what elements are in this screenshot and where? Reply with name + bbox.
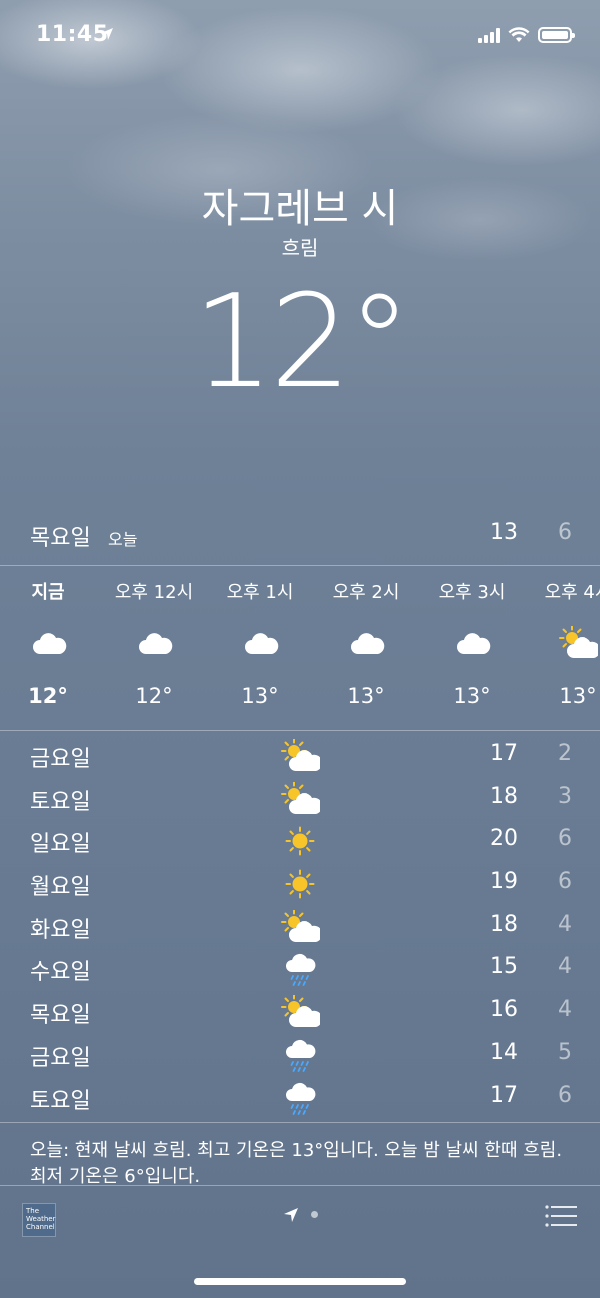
rain-icon: [280, 1038, 320, 1072]
daily-high: 17: [490, 741, 518, 766]
status-bar: 11:45: [0, 0, 600, 70]
status-indicators: [478, 27, 575, 43]
current-location-icon[interactable]: [283, 1207, 299, 1223]
daily-day-name: 목요일: [30, 1003, 91, 1029]
location-services-icon: [101, 28, 113, 40]
today-low: 6: [558, 520, 572, 545]
cloud-icon: [240, 626, 280, 656]
daily-day-name: 일요일: [30, 832, 91, 858]
hourly-forecast[interactable]: 지금 12° 오후 12시 12° 오후 1시 13° 오후 2시 13° 오후 3시 13° 오후…: [0, 566, 600, 730]
today-label: 오늘: [108, 530, 138, 549]
daily-row: 금요일 14 5: [0, 1034, 600, 1077]
daily-row: 일요일 20 6: [0, 820, 600, 863]
daily-high: 17: [490, 1082, 518, 1108]
rain-icon: [280, 952, 320, 987]
hourly-temperature: 13°: [453, 684, 491, 708]
daily-forecast[interactable]: 금요일 17 2 토요일 18 3 일요일 20 6 월요일 19 6 화요일 18 4 수요일 15 4 목요일 1…: [0, 735, 600, 1119]
daily-day-name: 수요일: [30, 960, 91, 986]
daily-low: 6: [558, 869, 572, 895]
daily-low: 4: [558, 911, 572, 937]
hourly-temperature: 12°: [28, 684, 68, 708]
sun-icon: [280, 824, 320, 858]
hourly-temperature: 13°: [241, 684, 279, 708]
today-text-summary: 오늘: 현재 날씨 흐림. 최고 기온은 13°입니다. 오늘 밤 날씨 한때 …: [30, 1140, 563, 1184]
partly-sunny-icon: [280, 908, 323, 944]
daily-low: 6: [558, 826, 572, 852]
page-indicator-dot[interactable]: [311, 1211, 318, 1218]
daily-day-name: 토요일: [30, 789, 91, 815]
home-indicator[interactable]: [194, 1278, 406, 1285]
daily-low: 2: [558, 741, 572, 766]
wifi-icon: [508, 27, 530, 42]
today-summary-row: 목요일 오늘 13 6: [0, 512, 600, 562]
hourly-time: 오후 3시: [438, 582, 506, 603]
cloud-icon: [28, 626, 68, 656]
today-day-name: 목요일: [30, 526, 91, 551]
daily-row: 수요일 15 4: [0, 948, 600, 991]
daily-low: 4: [558, 997, 572, 1023]
daily-day-name: 금요일: [30, 1045, 91, 1071]
daily-high: 16: [490, 997, 518, 1023]
daily-day-name: 토요일: [30, 1088, 91, 1114]
current-condition: 흐림: [281, 236, 319, 260]
today-high: 13: [490, 520, 518, 545]
hourly-temperature: 13°: [559, 684, 597, 708]
daily-row: 토요일 18 3: [0, 778, 600, 821]
list-icon[interactable]: [545, 1205, 577, 1227]
daily-high: 20: [490, 826, 518, 852]
cloud-icon: [134, 626, 174, 656]
daily-high: 18: [490, 783, 518, 809]
cloud-icon: [346, 626, 386, 656]
hourly-time: 오후 1시: [226, 582, 294, 603]
daily-row: 목요일 16 4: [0, 991, 600, 1034]
daily-day-name: 월요일: [30, 875, 91, 901]
partly-sunny-icon: [558, 625, 600, 658]
daily-row: 월요일 19 6: [0, 863, 600, 906]
daily-high: 18: [490, 911, 518, 937]
hourly-time: 지금: [31, 582, 65, 603]
daily-low: 6: [558, 1082, 572, 1108]
weather-channel-logo[interactable]: The Weather Channel: [22, 1203, 56, 1237]
current-temperature: 12°: [192, 268, 412, 417]
partly-sunny-icon: [280, 738, 323, 773]
daily-row: 금요일 17 2: [0, 735, 600, 778]
daily-row: 화요일 18 4: [0, 906, 600, 949]
daily-day-name: 화요일: [30, 917, 91, 943]
partly-sunny-icon: [280, 780, 323, 816]
rain-icon: [280, 1081, 320, 1115]
city-name: 자그레브 시: [201, 186, 399, 232]
cloud-icon: [452, 626, 492, 656]
cellular-signal-icon: [478, 27, 500, 43]
divider: [0, 730, 600, 731]
status-time: 11:45: [36, 22, 109, 47]
battery-icon: [538, 27, 575, 43]
daily-low: 4: [558, 954, 572, 980]
daily-high: 14: [490, 1039, 518, 1065]
daily-low: 3: [558, 783, 572, 809]
hourly-time: 오후 4시: [544, 582, 600, 603]
bottom-toolbar: The Weather Channel: [0, 1186, 600, 1298]
divider: [0, 1122, 600, 1123]
daily-day-name: 금요일: [30, 747, 91, 772]
hourly-temperature: 13°: [347, 684, 385, 708]
partly-sunny-icon: [280, 994, 323, 1029]
hourly-temperature: 12°: [135, 684, 173, 708]
sun-icon: [280, 867, 320, 901]
daily-row: 토요일 17 6: [0, 1077, 600, 1120]
daily-low: 5: [558, 1039, 572, 1065]
daily-high: 15: [490, 954, 518, 980]
hourly-time: 오후 12시: [114, 582, 194, 603]
daily-high: 19: [490, 869, 518, 895]
hourly-time: 오후 2시: [332, 582, 400, 603]
